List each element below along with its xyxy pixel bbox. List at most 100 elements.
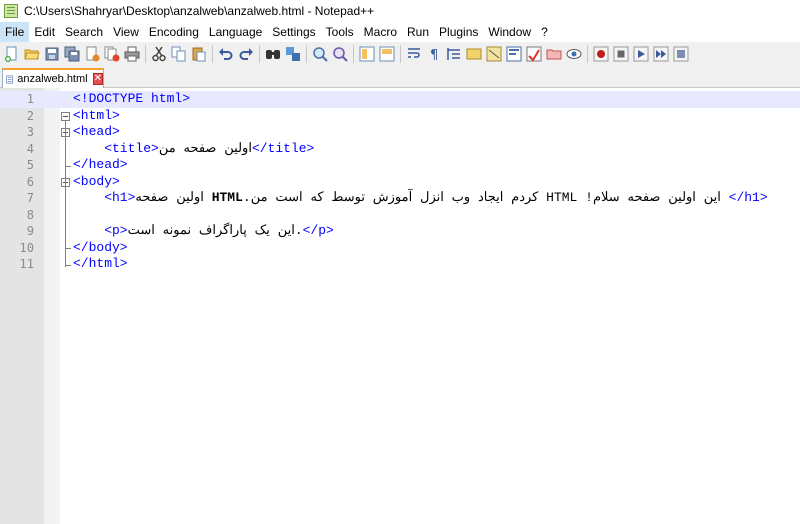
line-number: 5 [26,158,34,172]
paste-button[interactable] [190,45,208,63]
tab-anzalweb-html[interactable]: anzalweb.html ✕ [2,68,104,88]
paragraph-text: .این یک پاراگراف نمونه است [127,223,303,238]
undo-button[interactable] [217,45,235,63]
fold-toggle-icon[interactable] [61,111,70,121]
print-button[interactable] [123,45,141,63]
cut-button[interactable] [150,45,168,63]
play-macro-button[interactable] [632,45,650,63]
code-line[interactable]: 3 <head> [0,124,800,141]
find-button[interactable] [264,45,282,63]
line-number: 7 [26,191,34,205]
editor-area[interactable]: 1 <!DOCTYPE html> 2 <html> 3 <head> 4 <t… [0,88,800,524]
zoom-out-button[interactable] [331,45,349,63]
code-line[interactable]: 10 </body> [0,240,800,257]
line-number: 4 [26,141,34,156]
code-text: <h1>اولین صفحه HTML این اولین صفحه سلام!… [73,190,768,206]
menu-search[interactable]: Search [60,22,108,42]
code-text: <!DOCTYPE html> [73,91,190,107]
run-macro-multiple-button[interactable] [652,45,670,63]
menu-edit[interactable]: Edit [29,22,60,42]
stop-record-button[interactable] [612,45,630,63]
toolbar-separator [306,45,307,63]
code-line[interactable]: 2 <html> [0,108,800,125]
code-line[interactable]: 5 </head> [0,157,800,174]
record-macro-button[interactable] [592,45,610,63]
menu-window[interactable]: Window [483,22,536,42]
word-wrap-button[interactable] [405,45,423,63]
menu-run[interactable]: Run [402,22,434,42]
save-button[interactable] [43,45,61,63]
new-file-button[interactable] [3,45,21,63]
doc-map-button[interactable] [485,45,503,63]
replace-button[interactable] [284,45,302,63]
code-text: <html> [73,108,120,124]
copy-button[interactable] [170,45,188,63]
open-file-button[interactable] [23,45,41,63]
user-lang-button[interactable] [465,45,483,63]
menu-view[interactable]: View [108,22,144,42]
folder-view-button[interactable] [545,45,563,63]
heading-text: این اولین صفحه سلام! HTML کردم ایجاد وب … [242,190,729,205]
code-tag: <body> [73,173,120,189]
code-line[interactable]: 6 <body> [0,174,800,191]
tab-label: anzalweb.html [17,73,88,85]
sync-vertical-button[interactable] [358,45,376,63]
window-title: C:\Users\Shahryar\Desktop\anzalweb\anzal… [24,4,375,18]
close-all-button[interactable] [103,45,121,63]
replace-icon [286,47,300,61]
line-number: 3 [26,125,34,139]
menu-settings[interactable]: Settings [267,22,320,42]
show-all-chars-button[interactable]: ¶ [425,45,443,63]
folder-icon [546,49,562,60]
fold-tree-line [65,120,66,267]
code-text: </body> [73,240,128,256]
toolbar-separator [353,45,354,63]
heading-bold-html: HTML [211,190,243,205]
menu-help[interactable]: ? [536,22,553,42]
doc-map-icon [486,46,502,62]
code-line[interactable]: 8 [0,207,800,224]
indent-guide-button[interactable] [445,45,463,63]
code-line[interactable]: 1 <!DOCTYPE html> [0,91,800,108]
line-number: 11 [19,257,34,271]
toolbar: ¶ [0,42,800,66]
close-button[interactable] [83,45,101,63]
function-list-button[interactable] [505,45,523,63]
record-macro-icon [593,46,609,62]
zoom-in-button[interactable] [311,45,329,63]
fold-end-marker [65,265,71,266]
toolbar-separator [587,45,588,63]
save-macro-icon [673,46,689,62]
run-macro-multiple-icon [653,46,669,62]
monitoring-icon [566,49,582,59]
save-macro-button[interactable] [672,45,690,63]
monitoring-button[interactable] [565,45,583,63]
sync-horizontal-icon [379,46,395,62]
open-file-icon [24,49,40,60]
fold-end-marker [65,166,71,167]
show-all-chars-icon: ¶ [430,48,438,62]
code-line[interactable]: 11 </html> [0,256,800,273]
tab-close-icon[interactable]: ✕ [92,73,103,85]
stop-record-icon [613,46,629,62]
fold-end-marker [65,248,71,249]
title-text: اولین صفحه من [158,140,252,156]
folder-workspace-button[interactable] [525,45,543,63]
menu-tools[interactable]: Tools [321,22,359,42]
code-text: </html> [73,256,128,272]
code-tag: </h1> [728,190,768,205]
menu-file[interactable]: File [0,22,30,42]
menu-language[interactable]: Language [204,22,267,42]
zoom-out-icon [333,47,348,62]
code-line[interactable]: 4 <title>اولین صفحه من</title> [0,141,800,158]
menu-encoding[interactable]: Encoding [144,22,204,42]
code-line[interactable]: 9 <p>.این یک پاراگراف نمونه است</p> [0,223,800,240]
menu-macro[interactable]: Macro [359,22,402,42]
print-icon [124,46,140,62]
sync-horizontal-button[interactable] [378,45,396,63]
code-line[interactable]: 7 <h1>اولین صفحه HTML این اولین صفحه سلا… [0,190,800,207]
menu-plugins[interactable]: Plugins [434,22,483,42]
redo-button[interactable] [237,45,255,63]
save-all-button[interactable] [63,45,81,63]
paste-icon [192,47,206,62]
